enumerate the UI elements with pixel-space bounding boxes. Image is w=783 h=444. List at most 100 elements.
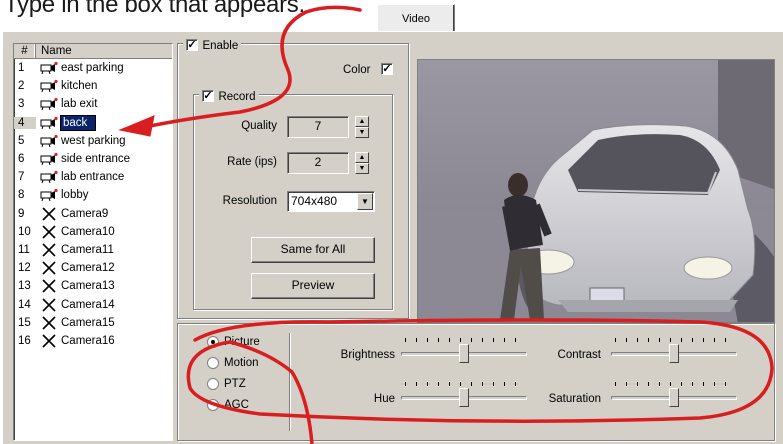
mode-radio[interactable] — [207, 399, 219, 411]
brightness-label: Brightness — [340, 349, 395, 361]
camera-list[interactable]: # Name 1 east parking 2 kitchen 3 lab exit 4 ba… — [13, 43, 173, 441]
camera-row[interactable]: 13 Camera13 — [14, 277, 172, 295]
camera-number: 10 — [18, 225, 31, 238]
camera-name: Camera12 — [61, 262, 115, 275]
camera-feed-image — [418, 60, 774, 322]
record-checkbox[interactable]: ✓ — [202, 89, 214, 102]
enable-toggle[interactable]: ✓ Enable — [183, 36, 242, 54]
camera-icon — [40, 152, 60, 166]
camera-row[interactable]: 1 east parking — [14, 59, 172, 77]
mode-option[interactable]: AGC — [207, 399, 260, 420]
camera-icon — [40, 97, 60, 111]
settings-panel: # Name 1 east parking 2 kitchen 3 lab exit 4 ba… — [2, 31, 783, 444]
camera-name: kitchen — [61, 80, 98, 93]
camera-row[interactable]: 8 lobby — [14, 186, 172, 204]
camera-icon — [40, 79, 60, 93]
camera-row[interactable]: 6 side entrance — [14, 150, 172, 168]
divider — [289, 333, 291, 431]
camera-name: Camera15 — [61, 316, 115, 329]
column-number-header[interactable]: # — [14, 44, 36, 58]
hue-slider[interactable] — [401, 380, 527, 410]
camera-row[interactable]: 15 Camera15 — [14, 314, 172, 332]
camera-name: lab exit — [61, 98, 98, 111]
camera-number: 13 — [18, 280, 31, 293]
slider-thumb[interactable] — [459, 388, 469, 407]
brightness-slider[interactable] — [401, 336, 527, 366]
camera-row[interactable]: 4 back — [14, 114, 172, 132]
color-checkbox[interactable]: ✓ — [380, 62, 393, 75]
mode-label: AGC — [224, 399, 249, 412]
camera-name: Camera10 — [61, 225, 115, 238]
camera-icon — [40, 134, 60, 148]
color-toggle[interactable]: Color ✓ — [343, 60, 393, 78]
camera-number: 5 — [18, 134, 25, 147]
mode-option[interactable]: Motion — [207, 357, 260, 378]
resolution-select[interactable]: 704x480 ▼ — [287, 191, 375, 212]
camera-row[interactable]: 3 lab exit — [14, 95, 172, 113]
resolution-label: Resolution — [222, 195, 277, 207]
dropdown-arrow-icon[interactable]: ▼ — [357, 193, 373, 210]
camera-row[interactable]: 2 kitchen — [14, 77, 172, 95]
enable-label: Enable — [202, 40, 239, 52]
camera-row[interactable]: 16 Camera16 — [14, 332, 172, 350]
camera-name: lab entrance — [61, 171, 125, 184]
camera-name-edit-field[interactable]: back — [60, 114, 96, 131]
contrast-label: Contrast — [557, 349, 601, 361]
x-icon — [40, 261, 60, 275]
saturation-slider[interactable] — [611, 380, 737, 410]
camera-name: Camera13 — [61, 280, 115, 293]
x-icon — [40, 297, 60, 312]
same-for-all-button[interactable]: Same for All — [251, 237, 375, 263]
mode-option[interactable]: PTZ — [207, 378, 260, 399]
rate-spinner[interactable]: ▲ ▼ — [355, 152, 369, 174]
quality-label: Quality — [241, 120, 277, 132]
resolution-value: 704x480 — [291, 194, 338, 208]
camera-row[interactable]: 14 Camera14 — [14, 295, 172, 313]
slider-ticks — [615, 382, 733, 386]
instruction-text: Type in the box that appears. — [4, 0, 305, 18]
camera-number: 12 — [18, 262, 31, 275]
contrast-slider[interactable] — [611, 336, 737, 366]
spin-up-icon[interactable]: ▲ — [355, 116, 369, 127]
camera-row[interactable]: 10 Camera10 — [14, 223, 172, 241]
column-name-header[interactable]: Name — [36, 44, 172, 58]
enable-checkbox[interactable]: ✓ — [186, 38, 198, 51]
mode-label: Picture — [224, 336, 260, 349]
quality-spinner[interactable]: ▲ ▼ — [355, 116, 369, 138]
slider-thumb[interactable] — [669, 388, 679, 407]
mode-radio[interactable] — [207, 378, 219, 390]
spin-down-icon[interactable]: ▼ — [355, 163, 369, 174]
camera-number: 7 — [18, 171, 25, 184]
camera-row[interactable]: 12 Camera12 — [14, 259, 172, 277]
camera-name: side entrance — [61, 153, 131, 166]
rate-label: Rate (ips) — [227, 156, 277, 168]
camera-name: Camera16 — [61, 334, 115, 347]
spin-down-icon[interactable]: ▼ — [355, 127, 369, 138]
camera-number: 16 — [18, 334, 31, 347]
preview-button[interactable]: Preview — [251, 273, 375, 299]
camera-row[interactable]: 9 Camera9 — [14, 205, 172, 223]
camera-row[interactable]: 11 Camera11 — [14, 241, 172, 259]
mode-radio[interactable] — [207, 357, 219, 369]
camera-row[interactable]: 7 lab entrance — [14, 168, 172, 186]
quality-field[interactable]: 7 — [287, 116, 349, 138]
slider-thumb[interactable] — [669, 344, 679, 363]
camera-row[interactable]: 5 west parking — [14, 132, 172, 150]
mode-option[interactable]: Picture — [207, 336, 260, 357]
mode-label: Motion — [224, 357, 259, 370]
camera-icon — [40, 170, 60, 184]
camera-icon — [40, 61, 60, 75]
camera-number: 14 — [18, 298, 31, 311]
camera-number: 1 — [18, 62, 25, 75]
x-icon — [40, 243, 60, 257]
spin-up-icon[interactable]: ▲ — [355, 152, 369, 163]
tab-video[interactable]: Video — [377, 4, 455, 34]
camera-name: east parking — [61, 62, 124, 75]
rate-field[interactable]: 2 — [287, 152, 349, 174]
camera-list-header: # Name — [14, 44, 172, 59]
camera-number: 8 — [18, 189, 25, 202]
camera-icon — [40, 116, 60, 130]
record-toggle[interactable]: ✓ Record — [199, 87, 259, 105]
slider-thumb[interactable] — [459, 344, 469, 363]
mode-radio[interactable] — [207, 336, 219, 348]
